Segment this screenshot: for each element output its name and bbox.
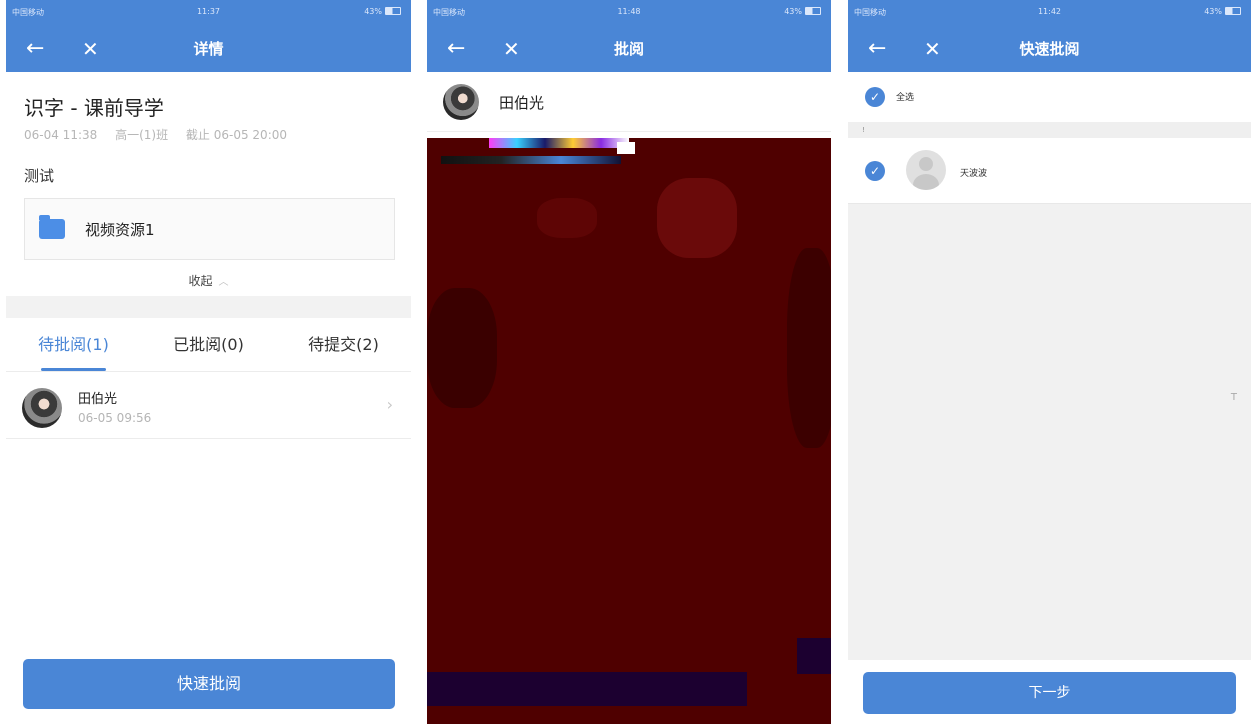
lesson-publish-time: 06-04 11:38 xyxy=(24,128,98,142)
battery-indicator: 43% xyxy=(364,7,401,16)
lesson-title: 识字 - 课前导学 xyxy=(24,96,164,120)
tab-pending-review[interactable]: 待批阅(1) xyxy=(6,318,141,371)
top-bar: 中国移动 11:48 43% ← ✕ 批阅 xyxy=(427,0,831,72)
status-bar: 中国移动 11:48 43% xyxy=(427,0,831,24)
nav-row: ← ✕ 详情 xyxy=(6,34,411,64)
glitch-strip xyxy=(441,156,621,164)
submission-canvas[interactable] xyxy=(427,138,831,724)
submit-time: 06-05 09:56 xyxy=(78,411,152,425)
battery-indicator: 43% xyxy=(1204,7,1241,16)
review-screen: 中国移动 11:48 43% ← ✕ 批阅 田伯光 xyxy=(427,0,831,724)
canvas-bar xyxy=(427,672,747,706)
select-all-row[interactable]: ✓ 全选 xyxy=(848,72,1251,122)
canvas-shape xyxy=(657,178,737,258)
status-time: 11:48 xyxy=(617,7,641,16)
collapse-label: 收起 xyxy=(188,274,213,288)
status-time: 11:37 xyxy=(196,7,221,16)
student-row[interactable]: ✓ 天波波 xyxy=(848,138,1251,204)
chevron-up-icon: ︿ xyxy=(218,277,229,288)
canvas-shape xyxy=(787,248,831,448)
canvas-shape xyxy=(537,198,597,238)
resource-name: 视频资源1 xyxy=(85,220,155,239)
select-all-label: 全选 xyxy=(896,93,915,103)
canvas-shape xyxy=(427,288,497,408)
folder-icon xyxy=(39,215,65,239)
nav-row: ← ✕ 批阅 xyxy=(427,34,831,64)
status-time: 11:42 xyxy=(1037,7,1062,16)
lesson-deadline: 截止 06-05 20:00 xyxy=(185,128,288,142)
student-name: 田伯光 xyxy=(499,94,545,112)
status-tabs: 待批阅(1) 已批阅(0) 待提交(2) xyxy=(6,318,411,372)
next-step-button[interactable]: 下一步 xyxy=(863,672,1236,714)
nav-row: ← ✕ 快速批阅 xyxy=(848,34,1251,64)
page-title: 快速批阅 xyxy=(1019,40,1080,58)
tab-pending-submit[interactable]: 待提交(2) xyxy=(276,318,411,371)
section-label: 测试 xyxy=(24,167,55,185)
avatar xyxy=(22,388,62,428)
chevron-right-icon: › xyxy=(386,395,393,414)
resource-item[interactable]: 视频资源1 xyxy=(24,198,395,260)
side-marker: T xyxy=(1230,392,1237,403)
top-bar: 中国移动 11:42 43% ← ✕ 快速批阅 xyxy=(848,0,1251,72)
page-title: 批阅 xyxy=(613,40,644,58)
check-icon[interactable]: ✓ xyxy=(865,161,885,181)
student-name: 田伯光 xyxy=(78,392,118,407)
check-icon[interactable]: ✓ xyxy=(865,87,885,107)
avatar xyxy=(443,84,479,120)
student-header: 田伯光 xyxy=(427,72,831,132)
quick-review-screen: 中国移动 11:42 43% ← ✕ 快速批阅 ✓ 全选 ! ✓ 天波波 T 下… xyxy=(848,0,1251,724)
top-bar: 中国移动 11:37 43% ← ✕ 详情 xyxy=(6,0,411,72)
status-bar: 中国移动 11:42 43% xyxy=(848,0,1251,24)
battery-indicator: 43% xyxy=(784,7,821,16)
student-row[interactable]: 田伯光 06-05 09:56 › xyxy=(6,373,411,439)
detail-screen: 中国移动 11:37 43% ← ✕ 详情 识字 - 课前导学 06-04 11… xyxy=(6,0,411,724)
section-divider xyxy=(6,296,411,318)
quick-review-button[interactable]: 快速批阅 xyxy=(23,659,395,709)
student-name: 天波波 xyxy=(960,169,988,179)
glitch-strip xyxy=(617,142,635,154)
page-title: 详情 xyxy=(193,40,224,58)
group-separator: ! xyxy=(848,122,1251,138)
default-avatar-icon xyxy=(906,150,946,190)
glitch-strip xyxy=(489,138,629,148)
status-bar: 中国移动 11:37 43% xyxy=(6,0,411,24)
collapse-toggle[interactable]: 收起 ︿ xyxy=(6,272,411,289)
tab-reviewed[interactable]: 已批阅(0) xyxy=(141,318,276,371)
lesson-meta: 06-04 11:38 高一(1)班 截止 06-05 20:00 xyxy=(24,126,301,143)
lesson-class: 高一(1)班 xyxy=(115,128,169,142)
canvas-bar xyxy=(797,638,831,674)
